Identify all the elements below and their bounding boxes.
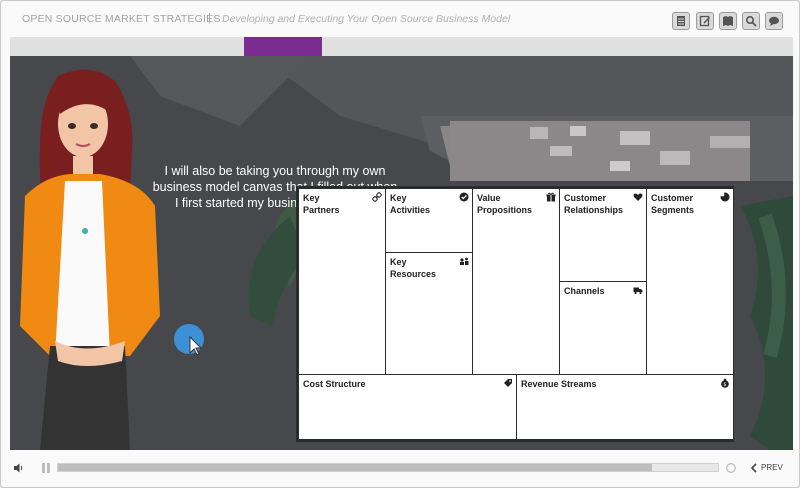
cost-structure-label: Cost Structure xyxy=(303,379,366,389)
header-bar: OPEN SOURCE MARKET STRATEGIES | Developi… xyxy=(1,1,799,37)
value-propositions-label: Value Propositions xyxy=(477,193,533,215)
key-resources-label: Key Resources xyxy=(390,257,437,279)
cell-key-partners: Key Partners xyxy=(298,188,386,375)
link-icon xyxy=(372,192,382,202)
glossary-icon xyxy=(723,16,733,26)
presenter-character xyxy=(20,69,160,450)
gift-icon xyxy=(546,192,556,202)
money-bag-icon: $ xyxy=(721,378,729,388)
active-slide-marker[interactable] xyxy=(244,37,322,56)
title-separator: | xyxy=(208,12,211,24)
glossary-button[interactable] xyxy=(719,12,737,30)
heart-icon xyxy=(633,193,643,201)
chevron-left-icon[interactable] xyxy=(750,463,758,473)
chat-button[interactable] xyxy=(765,12,783,30)
lesson-title: Developing and Executing Your Open Sourc… xyxy=(222,13,511,25)
cell-cost-structure: Cost Structure xyxy=(298,374,517,440)
notes-button[interactable] xyxy=(696,12,714,30)
course-title: OPEN SOURCE MARKET STRATEGIES xyxy=(22,13,221,25)
cell-key-activities: Key Activities xyxy=(385,188,473,253)
cell-value-propositions: Value Propositions xyxy=(472,188,560,375)
replay-icon[interactable] xyxy=(725,462,737,474)
key-partners-label: Key Partners xyxy=(303,193,340,215)
menu-icon xyxy=(677,16,685,26)
workers-icon xyxy=(460,257,469,265)
player-frame: OPEN SOURCE MARKET STRATEGIES | Developi… xyxy=(0,0,800,488)
cell-customer-relationships: Customer Relationships xyxy=(559,188,647,282)
menu-button[interactable] xyxy=(672,12,690,30)
progress-fill xyxy=(58,464,652,471)
customer-relationships-label: Customer Relationships xyxy=(564,193,624,215)
prev-button[interactable]: PREV xyxy=(761,463,783,472)
progress-bar[interactable] xyxy=(57,463,719,472)
search-button[interactable] xyxy=(742,12,760,30)
pie-icon xyxy=(720,192,730,202)
business-model-canvas: Key Partners Key Activities Key Resource… xyxy=(296,186,734,442)
volume-icon[interactable] xyxy=(13,462,25,474)
truck-icon xyxy=(633,287,643,295)
chat-icon xyxy=(769,16,779,26)
customer-segments-label: Customer Segments xyxy=(651,193,695,215)
revenue-streams-label: Revenue Streams xyxy=(521,379,597,389)
key-activities-label: Key Activities xyxy=(390,193,431,215)
cell-key-resources: Key Resources xyxy=(385,252,473,375)
tag-icon xyxy=(504,379,512,387)
check-icon xyxy=(459,192,469,202)
cursor-indicator xyxy=(174,324,204,356)
cell-channels: Channels xyxy=(559,281,647,375)
notes-icon xyxy=(699,15,711,27)
svg-text:$: $ xyxy=(723,382,726,388)
cell-revenue-streams: Revenue Streams $ xyxy=(516,374,734,440)
pause-icon[interactable] xyxy=(41,462,51,474)
channels-label: Channels xyxy=(564,286,605,296)
search-icon xyxy=(745,15,757,27)
cell-customer-segments: Customer Segments xyxy=(646,188,734,375)
slide-nav-strip xyxy=(10,37,793,56)
